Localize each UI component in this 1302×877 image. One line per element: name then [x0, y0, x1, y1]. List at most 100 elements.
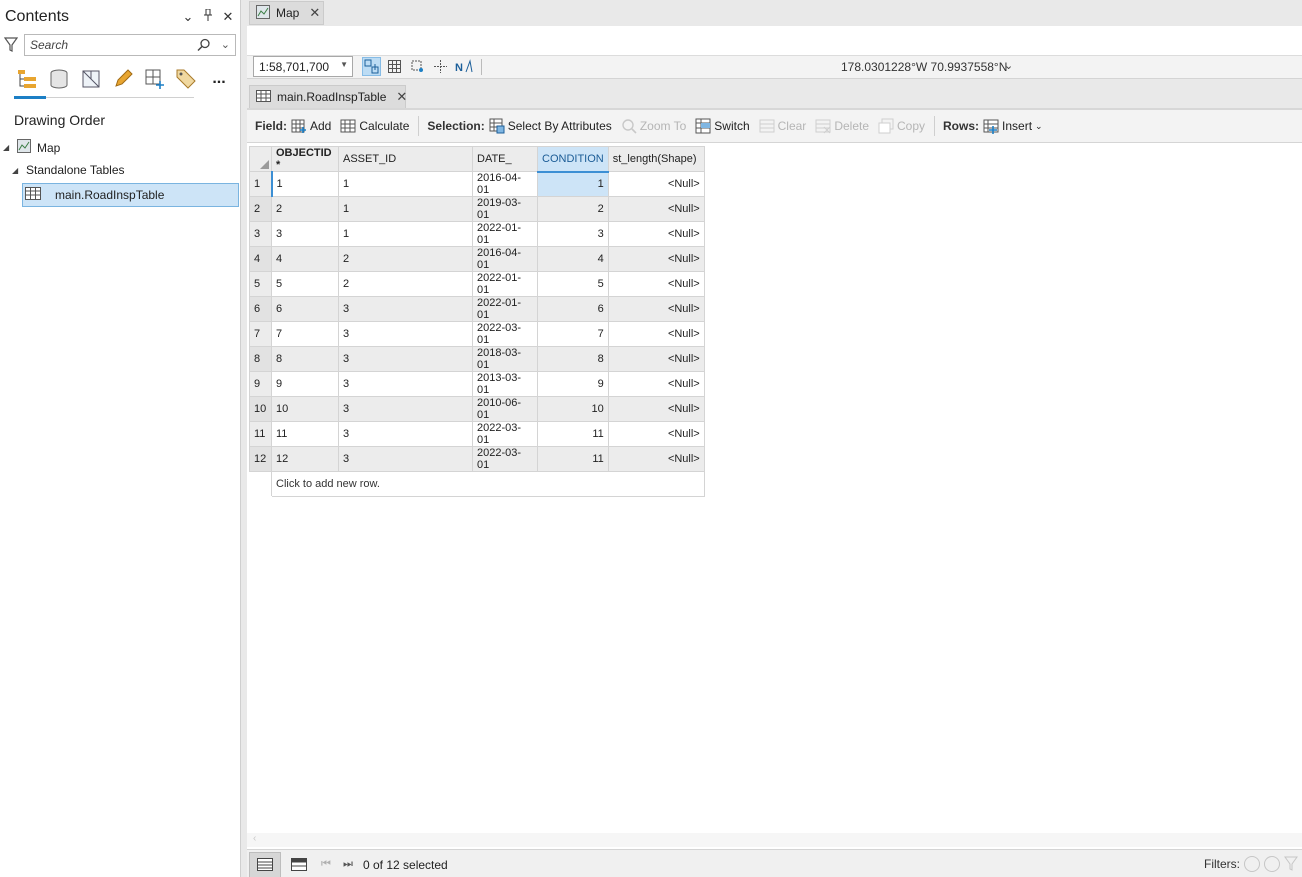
search-icon[interactable]: [197, 38, 211, 52]
cell-condition[interactable]: 11: [537, 446, 609, 472]
cell-objectid[interactable]: 1: [271, 171, 339, 197]
cell-objectid[interactable]: 7: [271, 321, 339, 347]
table-row[interactable]: 2 2 1 2019-03-01 2 <Null>: [249, 196, 705, 222]
cell-st-length[interactable]: <Null>: [607, 171, 705, 197]
cell-objectid[interactable]: 6: [271, 296, 339, 322]
tab-map[interactable]: Map ✕: [249, 1, 324, 25]
add-new-row[interactable]: Click to add new row.: [249, 471, 705, 497]
row-number[interactable]: 7: [249, 321, 272, 347]
cell-st-length[interactable]: <Null>: [607, 396, 705, 422]
cell-st-length[interactable]: <Null>: [607, 346, 705, 372]
filter-icon[interactable]: [3, 37, 19, 53]
select-by-attributes-button[interactable]: Select By Attributes: [489, 118, 612, 134]
definition-query-filter-icon[interactable]: [1284, 856, 1300, 872]
select-all-corner[interactable]: [249, 146, 272, 172]
show-selected-records-icon[interactable]: [283, 852, 315, 877]
column-header-date[interactable]: DATE_: [472, 146, 538, 172]
cell-asset-id[interactable]: 3: [338, 396, 473, 422]
row-number[interactable]: 12: [249, 446, 272, 472]
cell-objectid[interactable]: 9: [271, 371, 339, 397]
cell-st-length[interactable]: <Null>: [607, 246, 705, 272]
cell-date[interactable]: 2018-03-01: [472, 346, 538, 372]
column-header-asset-id[interactable]: ASSET_ID: [338, 146, 473, 172]
cell-objectid[interactable]: 5: [271, 271, 339, 297]
cell-objectid[interactable]: 3: [271, 221, 339, 247]
table-row[interactable]: 9 9 3 2013-03-01 9 <Null>: [249, 371, 705, 397]
cell-objectid[interactable]: 11: [271, 421, 339, 447]
list-by-selection-icon[interactable]: [78, 66, 104, 92]
cell-condition[interactable]: 7: [537, 321, 609, 347]
table-row[interactable]: 12 12 3 2022-03-01 11 <Null>: [249, 446, 705, 472]
scale-selector[interactable]: 1:58,701,700 ▼: [253, 56, 353, 77]
table-row[interactable]: 1 1 1 2016-04-01 1 <Null>: [249, 171, 705, 197]
chevron-down-icon[interactable]: ⌄: [1004, 59, 1013, 72]
row-number[interactable]: 11: [249, 421, 272, 447]
search-options-chevron-icon[interactable]: ⌄: [221, 38, 230, 51]
cell-condition[interactable]: 2: [537, 196, 609, 222]
cell-date[interactable]: 2016-04-01: [472, 171, 538, 197]
tab-road-insp-table[interactable]: main.RoadInspTable ✕: [249, 85, 407, 109]
fixed-zoom-icon[interactable]: [362, 57, 381, 76]
selection-filter-icon[interactable]: [1264, 856, 1280, 872]
crosshair-icon[interactable]: [431, 57, 450, 76]
first-record-icon[interactable]: ⏮: [315, 858, 337, 871]
expand-triangle-icon[interactable]: ◢: [3, 143, 13, 152]
cell-condition[interactable]: 1: [537, 171, 609, 197]
cell-asset-id[interactable]: 3: [338, 446, 473, 472]
cell-objectid[interactable]: 4: [271, 246, 339, 272]
cell-asset-id[interactable]: 2: [338, 246, 473, 272]
add-new-row-text[interactable]: Click to add new row.: [271, 471, 705, 497]
row-number[interactable]: 2: [249, 196, 272, 222]
cell-asset-id[interactable]: 3: [338, 346, 473, 372]
cell-st-length[interactable]: <Null>: [607, 421, 705, 447]
cell-condition[interactable]: 10: [537, 396, 609, 422]
cell-asset-id[interactable]: 3: [338, 371, 473, 397]
cell-objectid[interactable]: 10: [271, 396, 339, 422]
cell-date[interactable]: 2022-03-01: [472, 321, 538, 347]
cell-date[interactable]: 2022-03-01: [472, 446, 538, 472]
table-row[interactable]: 11 11 3 2022-03-01 11 <Null>: [249, 421, 705, 447]
row-number[interactable]: 3: [249, 221, 272, 247]
column-header-condition[interactable]: CONDITION: [537, 146, 609, 173]
cell-asset-id[interactable]: 2: [338, 271, 473, 297]
list-by-data-source-icon[interactable]: [46, 66, 72, 92]
copy-selection-button[interactable]: Copy: [878, 118, 925, 134]
table-row[interactable]: 4 4 2 2016-04-01 4 <Null>: [249, 246, 705, 272]
close-icon[interactable]: ✕: [396, 89, 407, 105]
row-number[interactable]: 6: [249, 296, 272, 322]
more-options-icon[interactable]: ...: [206, 66, 232, 92]
cell-date[interactable]: 2019-03-01: [472, 196, 538, 222]
zoom-to-button[interactable]: Zoom To: [621, 118, 686, 134]
cell-st-length[interactable]: <Null>: [607, 296, 705, 322]
chevron-down-icon[interactable]: ⌄: [1035, 121, 1043, 132]
cell-date[interactable]: 2022-01-01: [472, 221, 538, 247]
chevron-down-icon[interactable]: ▼: [340, 60, 348, 69]
table-row[interactable]: 3 3 1 2022-01-01 3 <Null>: [249, 221, 705, 247]
cell-st-length[interactable]: <Null>: [607, 446, 705, 472]
row-number[interactable]: 5: [249, 271, 272, 297]
cell-asset-id[interactable]: 3: [338, 296, 473, 322]
table-row[interactable]: 6 6 3 2022-01-01 6 <Null>: [249, 296, 705, 322]
cell-objectid[interactable]: 8: [271, 346, 339, 372]
cell-date[interactable]: 2022-03-01: [472, 421, 538, 447]
grid-icon[interactable]: [385, 57, 404, 76]
pin-icon[interactable]: [202, 8, 214, 25]
cell-condition[interactable]: 6: [537, 296, 609, 322]
list-by-editing-icon[interactable]: [110, 66, 136, 92]
expand-triangle-icon[interactable]: ◢: [12, 166, 22, 175]
list-by-snapping-icon[interactable]: [142, 66, 168, 92]
tree-item-map[interactable]: ◢ Map: [3, 139, 60, 156]
cell-condition[interactable]: 5: [537, 271, 609, 297]
insert-rows-button[interactable]: Insert ⌄: [983, 118, 1043, 134]
table-row[interactable]: 7 7 3 2022-03-01 7 <Null>: [249, 321, 705, 347]
cell-date[interactable]: 2022-01-01: [472, 271, 538, 297]
cell-date[interactable]: 2010-06-01: [472, 396, 538, 422]
cell-condition[interactable]: 4: [537, 246, 609, 272]
column-header-st-length[interactable]: st_length(Shape): [607, 146, 705, 172]
cell-date[interactable]: 2013-03-01: [472, 371, 538, 397]
close-icon[interactable]: ✕: [222, 9, 234, 25]
switch-selection-button[interactable]: Switch: [695, 118, 750, 134]
extent-filter-icon[interactable]: [1244, 856, 1260, 872]
cell-condition[interactable]: 3: [537, 221, 609, 247]
table-row[interactable]: 5 5 2 2022-01-01 5 <Null>: [249, 271, 705, 297]
